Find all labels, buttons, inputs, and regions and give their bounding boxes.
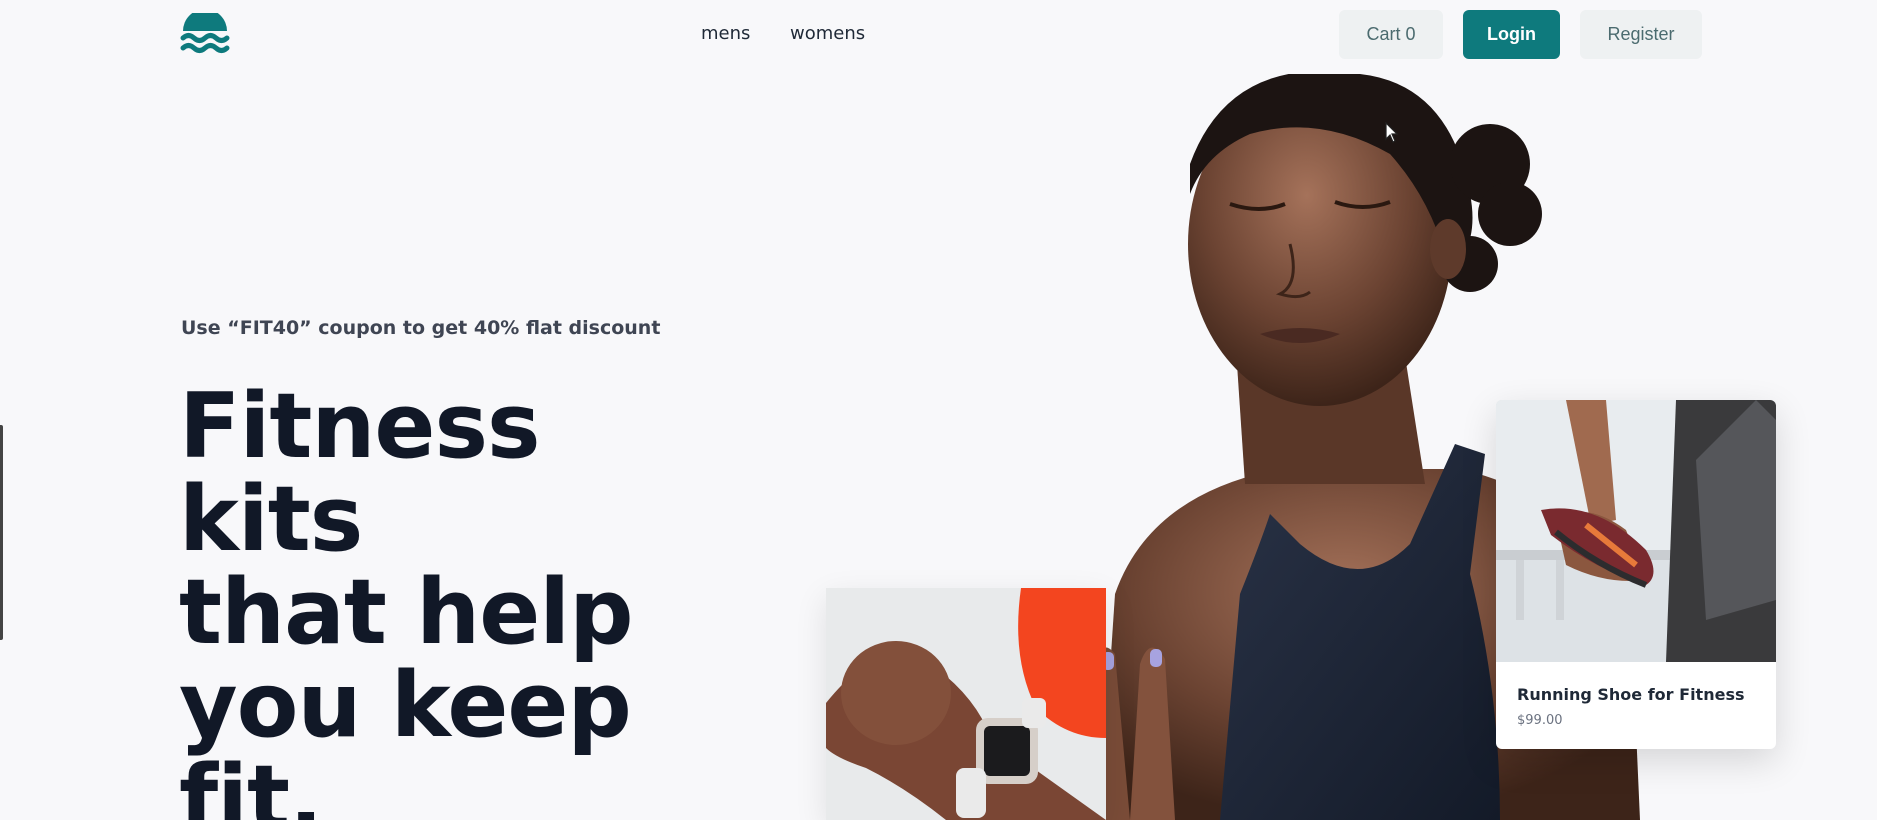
smartwatch-image <box>826 588 1106 820</box>
product-price: $99.00 <box>1517 713 1563 728</box>
nav-link-mens[interactable]: mens <box>701 23 750 44</box>
register-button[interactable]: Register <box>1580 10 1702 59</box>
mouse-cursor-icon <box>1385 122 1399 143</box>
headline-line: that help <box>179 560 634 665</box>
product-card[interactable]: Running Shoe for Fitness $99.00 <box>1496 400 1776 749</box>
nav-link-womens[interactable]: womens <box>790 23 865 44</box>
window-edge-handle <box>0 425 3 640</box>
smartwatch-product-image[interactable] <box>826 588 1106 820</box>
headline-line: you keep <box>179 653 632 758</box>
headline-line: fit. <box>179 746 323 820</box>
product-name: Running Shoe for Fitness <box>1517 685 1745 704</box>
login-button[interactable]: Login <box>1463 10 1560 59</box>
product-image <box>1496 400 1776 662</box>
waves-logo-icon[interactable] <box>180 13 230 57</box>
top-nav: mens womens Cart 0 Login Register <box>0 0 1877 72</box>
coupon-banner: Use “FIT40” coupon to get 40% flat disco… <box>181 317 661 339</box>
hero-headline: Fitness kits that help you keep fit. <box>179 380 739 820</box>
cart-button[interactable]: Cart 0 <box>1339 10 1443 59</box>
headline-line: Fitness kits <box>179 374 541 572</box>
